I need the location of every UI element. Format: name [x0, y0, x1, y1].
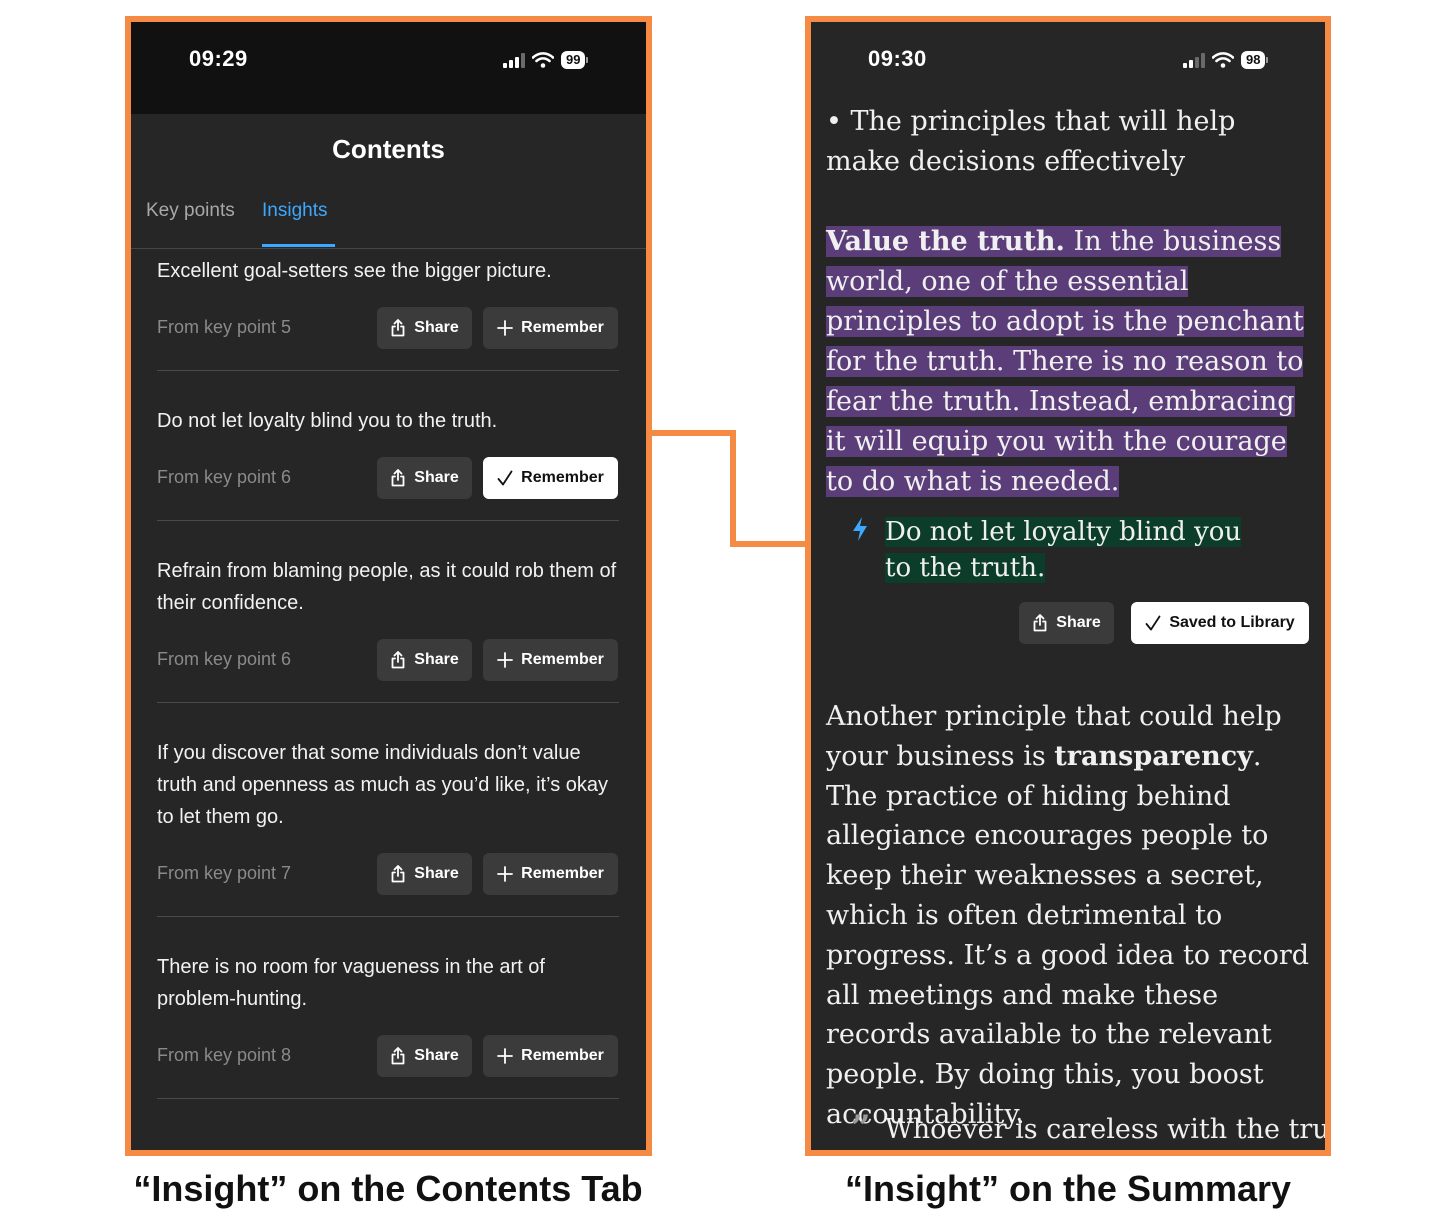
- remember-label: Remember: [521, 1047, 604, 1064]
- share-icon: [391, 469, 405, 487]
- contents-phone-screen: 09:29 99 Contents Key points Insights Ex…: [125, 16, 652, 1156]
- insight-text: If you discover that some individuals do…: [157, 742, 608, 828]
- saved-to-library-button[interactable]: Saved to Library: [1131, 602, 1309, 644]
- battery-level: 99: [561, 51, 586, 69]
- page-title: Contents: [332, 134, 445, 164]
- insight-text[interactable]: Do not let loyalty blind you to the trut…: [885, 514, 1265, 586]
- remember-label: Remember: [521, 865, 604, 882]
- caption-right: “Insight” on the Summary: [844, 1168, 1292, 1209]
- insight-text: Excellent goal-setters see the bigger pi…: [157, 260, 552, 282]
- insight-source: From key point 7: [157, 863, 292, 883]
- insight-source: From key point 6: [157, 649, 292, 669]
- divider: [157, 1098, 619, 1099]
- remember-label: Remember: [521, 469, 604, 486]
- insight-source: From key point 6: [157, 467, 292, 487]
- share-button[interactable]: Share: [377, 853, 472, 895]
- remember-button[interactable]: Remember: [483, 853, 618, 895]
- insight-item: Refrain from blaming people, as it could…: [157, 555, 619, 703]
- share-icon: [391, 651, 405, 669]
- cellular-signal-icon: [1183, 52, 1205, 68]
- highlight-heading: Value the truth.: [826, 226, 1065, 257]
- insight-text: Do not let loyalty blind you to the trut…: [157, 410, 498, 432]
- insight-text: There is no room for vagueness in the ar…: [157, 956, 545, 1010]
- tab-key-points[interactable]: Key points: [146, 200, 235, 222]
- checkmark-icon: [1145, 615, 1161, 631]
- plus-icon: [497, 320, 514, 336]
- insight-text: Refrain from blaming people, as it could…: [157, 560, 617, 614]
- active-tab-indicator: [262, 244, 335, 247]
- share-button[interactable]: Share: [377, 307, 472, 349]
- quote-block: ” Whoever is careless with the truth: [851, 1108, 1325, 1150]
- highlight-span: Value the truth. In the business world, …: [826, 226, 1304, 497]
- summary-phone-screen: 09:30 98 • The principles that will help…: [805, 16, 1331, 1156]
- battery-icon: 99: [561, 51, 589, 69]
- highlight-body: In the business world, one of the essent…: [826, 226, 1304, 497]
- insight-item: There is no room for vagueness in the ar…: [157, 951, 619, 1099]
- share-button[interactable]: Share: [377, 639, 472, 681]
- status-bar: 09:30 98: [811, 22, 1325, 102]
- cellular-signal-icon: [503, 52, 525, 68]
- insight-source: From key point 8: [157, 1045, 292, 1065]
- status-time: 09:29: [189, 46, 248, 71]
- divider: [157, 916, 619, 917]
- summary-bullet: • The principles that will help make dec…: [826, 106, 1236, 177]
- wifi-icon: [1212, 52, 1234, 68]
- share-icon: [391, 865, 405, 883]
- quote-icon: ”: [851, 1108, 871, 1148]
- insight-item: Do not let loyalty blind you to the trut…: [157, 405, 619, 521]
- caption-left: “Insight” on the Contents Tab: [133, 1168, 643, 1209]
- insight-source: From key point 5: [157, 317, 292, 337]
- share-icon: [1033, 614, 1047, 632]
- insight-item: Excellent goal-setters see the bigger pi…: [157, 255, 619, 371]
- contents-tabs: Key points Insights: [131, 192, 646, 249]
- battery-level: 98: [1241, 51, 1266, 69]
- share-label: Share: [414, 469, 459, 486]
- remember-label: Remember: [521, 651, 604, 668]
- insight-item: If you discover that some individuals do…: [157, 737, 619, 917]
- share-label: Share: [1056, 614, 1101, 631]
- highlighted-paragraph[interactable]: Value the truth. In the business world, …: [826, 222, 1311, 502]
- share-label: Share: [414, 651, 459, 668]
- share-label: Share: [414, 1047, 459, 1064]
- divider: [157, 702, 619, 703]
- remember-button[interactable]: Remember: [483, 1035, 618, 1077]
- paragraph-bold-term: transparency: [1054, 740, 1253, 772]
- share-icon: [391, 319, 405, 337]
- share-button[interactable]: Share: [377, 457, 472, 499]
- summary-paragraph: Another principle that could help your b…: [826, 697, 1316, 1135]
- remember-button[interactable]: Remember: [483, 639, 618, 681]
- plus-icon: [497, 1048, 514, 1064]
- lightning-icon: [853, 517, 867, 541]
- divider: [157, 370, 619, 371]
- status-bar: 09:29 99: [131, 22, 646, 102]
- plus-icon: [497, 652, 514, 668]
- quote-text: Whoever is careless with the truth: [885, 1114, 1331, 1145]
- remember-button[interactable]: Remember: [483, 307, 618, 349]
- battery-icon: 98: [1241, 51, 1269, 69]
- status-time: 09:30: [868, 46, 927, 71]
- remember-button-active[interactable]: Remember: [483, 457, 618, 499]
- tab-insights[interactable]: Insights: [262, 200, 327, 222]
- paragraph-text: . The practice of hiding behind allegian…: [826, 740, 1310, 1130]
- share-label: Share: [414, 319, 459, 336]
- share-button[interactable]: Share: [377, 1035, 472, 1077]
- wifi-icon: [532, 52, 554, 68]
- saved-label: Saved to Library: [1169, 614, 1295, 631]
- checkmark-icon: [497, 470, 513, 486]
- share-button[interactable]: Share: [1019, 602, 1114, 644]
- insight-highlight: Do not let loyalty blind you to the trut…: [885, 517, 1242, 583]
- divider: [157, 520, 619, 521]
- remember-label: Remember: [521, 319, 604, 336]
- plus-icon: [497, 866, 514, 882]
- share-label: Share: [414, 865, 459, 882]
- share-icon: [391, 1047, 405, 1065]
